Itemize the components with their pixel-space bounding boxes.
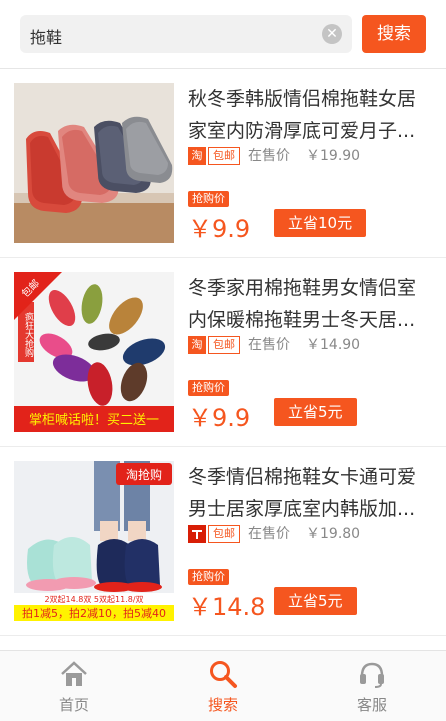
product-meta: 包邮 在售价 ￥19.80 <box>188 525 438 545</box>
price-status: 在售价 <box>248 526 290 542</box>
price-status: 在售价 <box>248 148 290 164</box>
product-title[interactable]: 秋冬季韩版情侣棉拖鞋女居家室内防滑厚底可爱月子... <box>188 83 434 147</box>
product-item[interactable]: 包邮 疯狂大抢购 掌柜喊话啦！买二送一 冬季家用棉拖鞋男女情侣室内保暖棉拖鞋男士… <box>0 258 446 447</box>
free-shipping-badge: 包邮 <box>208 147 240 165</box>
save-amount-button[interactable]: 立省5元 <box>274 398 357 426</box>
free-shipping-badge: 包邮 <box>208 525 240 543</box>
headset-icon <box>360 662 384 688</box>
product-title[interactable]: 冬季家用棉拖鞋男女情侣室内保暖棉拖鞋男士冬天居... <box>188 272 434 336</box>
product-image[interactable]: 淘抢购 2双起14.8双 5双起11.8/双 拍1减5，拍2减10，拍5减40 <box>14 461 174 621</box>
deal-price: ￥9.9 <box>188 404 251 432</box>
deal-price-tag: 抢购价 <box>188 569 229 585</box>
original-price: ￥19.80 <box>306 526 361 542</box>
search-input[interactable]: 拖鞋 ✕ <box>20 15 352 53</box>
deal-price: ￥14.8 <box>188 593 266 621</box>
product-list: 秋冬季韩版情侣棉拖鞋女居家室内防滑厚底可爱月子... 淘 包邮 在售价 ￥19.… <box>0 69 446 636</box>
search-header: 拖鞋 ✕ 搜索 <box>0 0 446 69</box>
search-button[interactable]: 搜索 <box>362 15 426 53</box>
tab-search-label: 搜索 <box>207 696 238 714</box>
original-price: ￥19.90 <box>306 148 361 164</box>
taobao-icon: 淘 <box>188 147 206 165</box>
corner-label: 淘抢购 <box>126 467 162 482</box>
original-price: ￥14.90 <box>306 337 361 353</box>
promo-banner: 拍1减5，拍2减10，拍5减40 <box>22 606 166 620</box>
search-icon <box>210 661 237 688</box>
tmall-icon <box>188 525 206 543</box>
side-label: 疯狂大抢购 <box>23 311 34 358</box>
clear-icon[interactable]: ✕ <box>322 24 342 44</box>
product-meta: 淘 包邮 在售价 ￥14.90 <box>188 336 438 356</box>
tab-service[interactable]: 客服 <box>298 651 446 721</box>
save-amount-button[interactable]: 立省5元 <box>274 587 357 615</box>
price-note: 2双起14.8双 5双起11.8/双 <box>44 595 143 604</box>
deal-price: ￥9.9 <box>188 215 251 243</box>
save-amount-button[interactable]: 立省10元 <box>274 209 367 237</box>
free-shipping-badge: 包邮 <box>208 336 240 354</box>
product-title[interactable]: 冬季情侣棉拖鞋女卡通可爱男士居家厚底室内韩版加... <box>188 461 434 525</box>
tab-search[interactable]: 搜索 <box>149 651 297 721</box>
home-icon <box>61 661 87 686</box>
product-meta: 淘 包邮 在售价 ￥19.90 <box>188 147 438 167</box>
deal-price-tag: 抢购价 <box>188 191 229 207</box>
tab-home-label: 首页 <box>58 696 89 714</box>
promo-banner: 掌柜喊话啦！买二送一 <box>29 413 159 428</box>
taobao-icon: 淘 <box>188 336 206 354</box>
product-image[interactable]: 包邮 疯狂大抢购 掌柜喊话啦！买二送一 <box>14 272 174 432</box>
product-item[interactable]: 淘抢购 2双起14.8双 5双起11.8/双 拍1减5，拍2减10，拍5减40 … <box>0 447 446 636</box>
search-input-value: 拖鞋 <box>30 28 63 47</box>
price-status: 在售价 <box>248 337 290 353</box>
deal-price-tag: 抢购价 <box>188 380 229 396</box>
tab-service-label: 客服 <box>356 696 387 714</box>
tab-home[interactable]: 首页 <box>0 651 148 721</box>
bottom-tab-bar: 首页 搜索 客服 <box>0 650 446 721</box>
product-image[interactable] <box>14 83 174 243</box>
product-item[interactable]: 秋冬季韩版情侣棉拖鞋女居家室内防滑厚底可爱月子... 淘 包邮 在售价 ￥19.… <box>0 69 446 258</box>
